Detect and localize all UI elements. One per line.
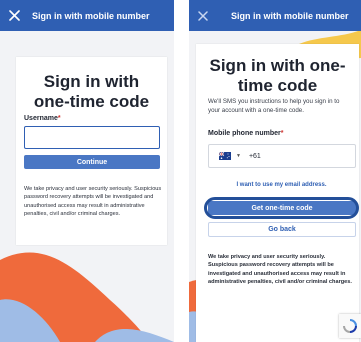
page-title: Sign in with one-time code	[33, 72, 150, 112]
required-mark: *	[280, 130, 284, 137]
sign-in-card: Sign in with one-time code We'll SMS you…	[196, 44, 359, 342]
left-screen: Sign in with mobile number Sign in with …	[0, 0, 174, 342]
username-label: Username*	[24, 115, 61, 122]
close-button[interactable]	[189, 0, 217, 31]
dial-code: +61	[248, 152, 261, 160]
continue-button[interactable]: Continue	[24, 155, 160, 169]
recaptcha-badge[interactable]	[339, 314, 361, 338]
required-mark: *	[57, 115, 61, 122]
sign-in-card: Sign in with one-time code Username* Con…	[16, 57, 167, 245]
header-bar: Sign in with mobile number	[0, 0, 174, 31]
use-email-link[interactable]: I want to use my email address.	[208, 182, 355, 188]
chevron-down-icon[interactable]: ▼	[236, 153, 241, 159]
mobile-phone-input[interactable]: ▼ +61	[208, 144, 356, 168]
security-disclaimer: We take privacy and user security seriou…	[24, 186, 162, 217]
australia-flag-icon	[219, 152, 231, 160]
phone-label: Mobile phone number*	[208, 130, 284, 137]
security-disclaimer: We take privacy and user security seriou…	[208, 254, 352, 285]
go-back-button[interactable]: Go back	[208, 222, 356, 237]
intro-text: We'll SMS you instructions to help you s…	[208, 98, 340, 114]
username-input[interactable]	[24, 126, 160, 149]
page-title: Sign in with one-time code	[209, 56, 346, 96]
close-icon	[198, 10, 208, 21]
close-button[interactable]	[0, 0, 28, 31]
header-title: Sign in with mobile number	[231, 10, 349, 21]
recaptcha-icon	[343, 319, 357, 333]
header-bar: Sign in with mobile number	[189, 0, 361, 31]
header-title: Sign in with mobile number	[32, 10, 150, 21]
get-code-button[interactable]: Get one-time code	[208, 201, 356, 215]
close-icon	[8, 10, 20, 21]
